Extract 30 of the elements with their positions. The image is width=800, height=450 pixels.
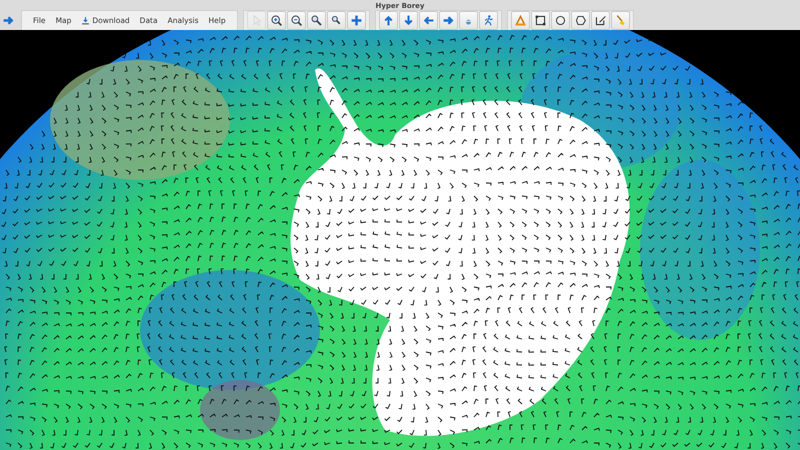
download-icon (81, 16, 90, 25)
rectangle-button[interactable] (530, 11, 550, 30)
arrow-up-button[interactable] (378, 11, 398, 30)
plus-icon (350, 14, 363, 27)
zoom-button[interactable] (306, 11, 326, 30)
arrow-down-icon (402, 14, 415, 27)
zoom-button[interactable] (326, 11, 346, 30)
circle-icon (554, 14, 567, 27)
arrow-left-button[interactable] (418, 11, 438, 30)
arrow-up-icon (382, 14, 395, 27)
rectangle-icon (534, 14, 547, 27)
zoom-out-button[interactable] (286, 11, 306, 30)
edit-button[interactable] (590, 11, 610, 30)
zoom-icon (330, 14, 343, 27)
zoom-in-icon (270, 14, 283, 27)
arrow-down-button[interactable] (398, 11, 418, 30)
forward-button[interactable] (2, 14, 16, 28)
runner-button[interactable] (478, 11, 498, 30)
polygon-button[interactable] (570, 11, 590, 30)
circle-button[interactable] (550, 11, 570, 30)
arrow-right-icon (2, 14, 15, 27)
arrow-right-button[interactable] (438, 11, 458, 30)
plus-button[interactable] (346, 11, 366, 30)
edit-icon (594, 14, 607, 27)
zoom-in-button[interactable] (266, 11, 286, 30)
arrow-left-icon (422, 14, 435, 27)
zoom-out-icon (290, 14, 303, 27)
arrow-right-icon (442, 14, 455, 27)
polygon-icon (574, 14, 587, 27)
zoom-icon (310, 14, 323, 27)
